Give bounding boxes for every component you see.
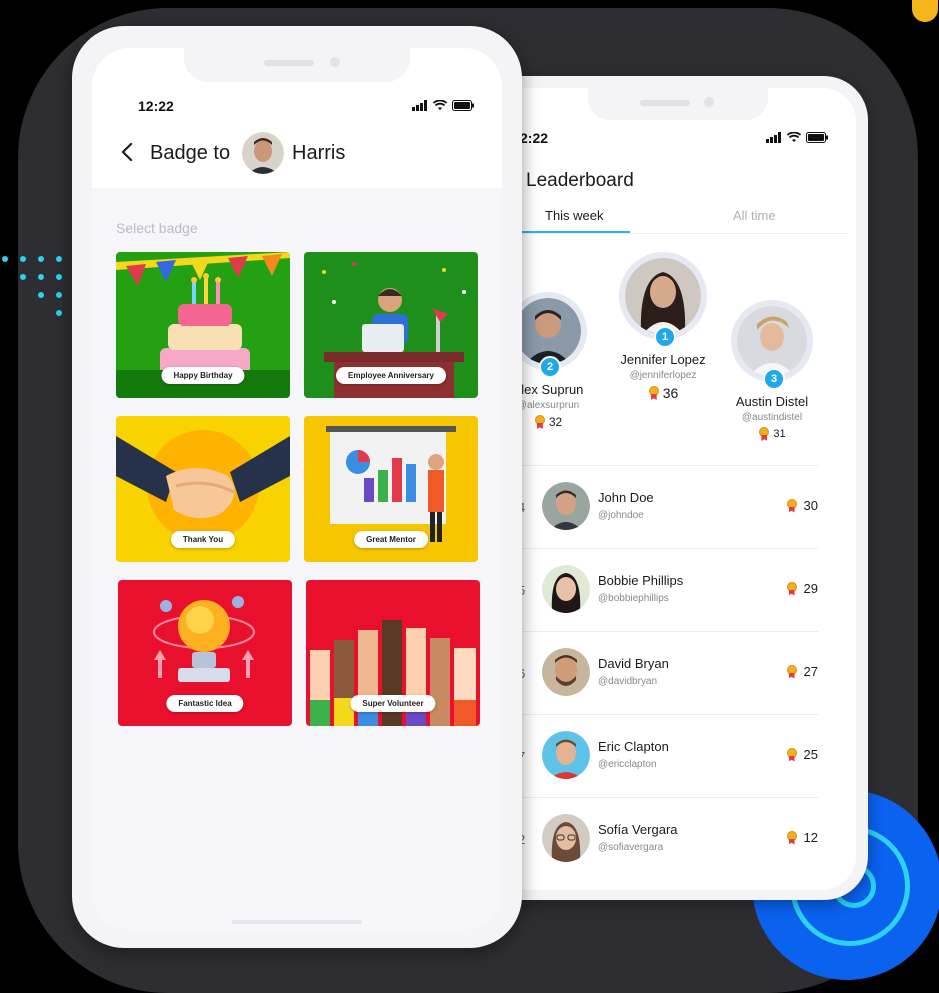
status-icons — [766, 132, 828, 143]
list-score: 27 — [786, 664, 818, 679]
badge-label: Thank You — [170, 531, 236, 548]
score-value: 30 — [803, 498, 818, 513]
avatar — [542, 482, 590, 530]
signal-icon — [412, 100, 427, 111]
page-title: Leaderboard — [526, 170, 634, 191]
list-item[interactable]: 2 Sofía Vergara @sofiavergara 12 — [518, 797, 818, 880]
tab-this-week[interactable]: This week — [545, 208, 604, 223]
tab-active-indicator — [518, 231, 630, 233]
medal-icon — [786, 581, 798, 596]
list-score: 25 — [786, 747, 818, 762]
list-score: 30 — [786, 498, 818, 513]
podium-handle: @jenniferlopez — [629, 370, 697, 381]
podium-third[interactable]: 3 Austin Distel @austindistel 31 — [720, 300, 824, 441]
badge-card-great-mentor[interactable]: Great Mentor — [304, 416, 478, 562]
list-score: 12 — [786, 830, 818, 845]
avatar — [542, 814, 590, 862]
badge-label: Fantastic Idea — [166, 695, 244, 712]
score-value: 31 — [773, 428, 786, 440]
avatar — [542, 565, 590, 613]
phone-notch — [184, 48, 410, 82]
recipient-name: Harris — [292, 142, 346, 164]
medal-icon — [786, 498, 798, 513]
score-value: 32 — [548, 415, 563, 429]
decor-cyan-dots — [0, 252, 72, 322]
list-item[interactable]: 6 David Bryan @davidbryan 27 — [518, 631, 818, 714]
badge-card-fantastic-idea[interactable]: Fantastic Idea — [118, 580, 292, 726]
badge-label: Great Mentor — [354, 531, 428, 548]
battery-icon — [452, 100, 474, 111]
list-handle: @johndoe — [598, 510, 644, 521]
list-name: Bobbie Phillips — [598, 573, 684, 588]
medal-icon — [758, 427, 770, 441]
avatar — [542, 648, 590, 696]
podium-name: Jennifer Lopez — [620, 352, 706, 367]
medal-icon — [786, 664, 798, 679]
badge-card-employee-anniversary[interactable]: Employee Anniversary — [304, 252, 478, 398]
list-handle: @sofiavergara — [598, 842, 664, 853]
avatar: 3 — [731, 300, 813, 390]
score-value: 25 — [803, 747, 818, 762]
avatar: 1 — [619, 252, 707, 348]
podium-handle: @austindistel — [741, 412, 803, 423]
status-icons — [412, 100, 474, 111]
list-name: Eric Clapton — [598, 739, 669, 754]
badge-label: Happy Birthday — [161, 367, 245, 384]
avatar — [542, 731, 590, 779]
podium-first[interactable]: 1 Jennifer Lopez @jenniferlopez 36 — [604, 252, 722, 401]
section-label: Select badge — [116, 220, 198, 236]
rank-badge: 3 — [763, 368, 785, 390]
list-name: Sofía Vergara — [598, 822, 678, 837]
medal-icon — [786, 747, 798, 762]
leaderboard-screen: 2:22 Leaderboard This week All time 2 Al… — [488, 88, 856, 890]
signal-icon — [766, 132, 781, 143]
badge-label: Super Volunteer — [350, 695, 436, 712]
avatar-image — [515, 298, 581, 364]
badge-label: Employee Anniversary — [336, 367, 446, 384]
page-title: Badge to — [150, 142, 231, 164]
back-arrow-icon[interactable] — [116, 140, 140, 164]
wifi-icon — [787, 132, 801, 142]
list-handle: @ericclapton — [598, 759, 657, 770]
score-value: 29 — [803, 581, 818, 596]
status-time: 2:22 — [520, 130, 549, 146]
medal-icon — [534, 415, 546, 429]
score-value: 12 — [803, 830, 818, 845]
tab-divider — [518, 233, 848, 234]
avatar-image — [737, 306, 807, 376]
medal-icon — [648, 386, 660, 400]
home-indicator — [232, 920, 362, 924]
leaderboard-phone: 2:22 Leaderboard This week All time 2 Al… — [478, 76, 868, 900]
wifi-icon — [433, 100, 447, 110]
podium-score: 36 — [604, 385, 722, 401]
list-name: John Doe — [598, 490, 654, 505]
phone-notch — [588, 88, 768, 120]
list-handle: @davidbryan — [598, 676, 658, 687]
status-time: 12:22 — [138, 98, 174, 114]
badge-card-happy-birthday[interactable]: Happy Birthday — [116, 252, 290, 398]
battery-icon — [806, 132, 828, 143]
decor-yellow-dot — [912, 0, 938, 22]
list-item[interactable]: 5 Bobbie Phillips @bobbiephillips 29 — [518, 548, 818, 631]
medal-icon — [786, 830, 798, 845]
list-item[interactable]: 4 John Doe @johndoe 30 — [518, 465, 818, 548]
list-name: David Bryan — [598, 656, 669, 671]
score-value: 36 — [662, 385, 679, 401]
recipient-avatar — [242, 132, 284, 174]
badge-card-super-volunteer[interactable]: Super Volunteer — [306, 580, 480, 726]
badge-screen: 12:22 Badge to Harris Select badge Happy… — [92, 48, 502, 930]
score-value: 27 — [803, 664, 818, 679]
list-item[interactable]: 7 Eric Clapton @ericclapton 25 — [518, 714, 818, 797]
podium-name: Austin Distel — [735, 394, 809, 409]
list-score: 29 — [786, 581, 818, 596]
tab-all-time[interactable]: All time — [733, 208, 776, 223]
avatar-image — [625, 258, 701, 334]
list-handle: @bobbiephillips — [598, 593, 669, 604]
podium-score: 31 — [720, 427, 824, 441]
badge-card-thank-you[interactable]: Thank You — [116, 416, 290, 562]
badge-phone: 12:22 Badge to Harris Select badge Happy… — [72, 26, 522, 948]
rank-badge: 1 — [654, 326, 676, 348]
rank-badge: 2 — [539, 356, 561, 378]
